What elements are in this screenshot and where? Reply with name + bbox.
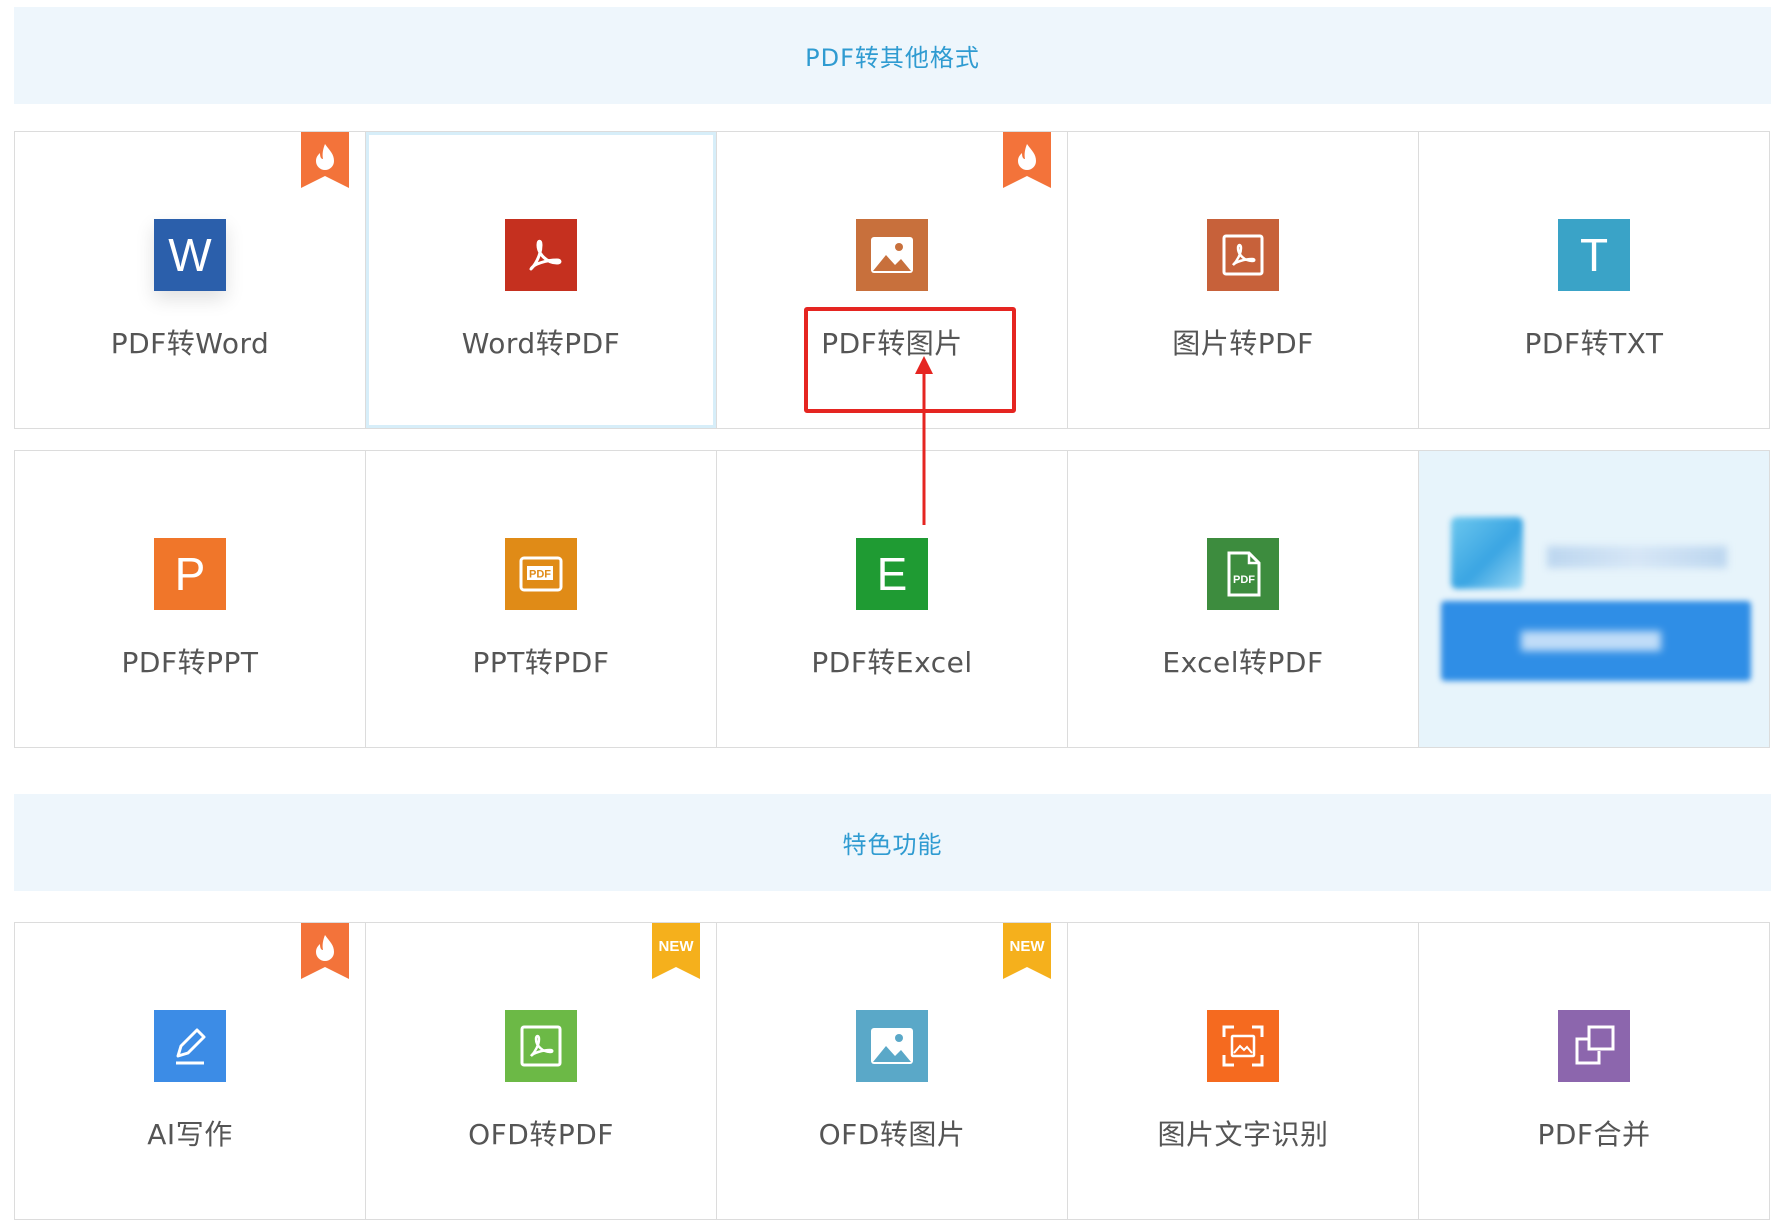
tool-label: 图片转PDF [1172,327,1314,360]
tool-image-to-pdf[interactable]: 图片转PDF [1068,132,1419,429]
svg-text:NEW: NEW [1010,938,1046,955]
tool-ai-writing[interactable]: AI写作 [15,923,366,1220]
merge-icon [1558,1010,1630,1082]
hot-badge-icon [301,923,349,979]
image-icon [856,1010,928,1082]
scan-icon [1207,1010,1279,1082]
new-badge-icon: NEW [1003,923,1051,979]
tool-grid-row-2: P PDF转PPT PDF PPT转PDF E PDF转Excel PDF Ex… [14,450,1770,748]
acrobat-icon [505,219,577,291]
pencil-icon [154,1010,226,1082]
tool-label: PDF转PPT [121,646,259,679]
section-title: 特色功能 [842,831,943,859]
tool-pdf-to-ppt[interactable]: P PDF转PPT [15,451,366,748]
tool-label: 图片文字识别 [1157,1118,1329,1151]
tool-excel-to-pdf[interactable]: PDF Excel转PDF [1068,451,1419,748]
tool-ofd-to-image[interactable]: NEW OFD转图片 [717,923,1068,1220]
acrobat-frame-icon [1207,219,1279,291]
tool-pdf-merge[interactable]: PDF合并 [1419,923,1770,1220]
tool-ofd-to-pdf[interactable]: NEW OFD转PDF [366,923,717,1220]
tool-label: PDF合并 [1537,1118,1651,1151]
pdf-file-icon: PDF [505,538,577,610]
tool-label: PPT转PDF [472,646,610,679]
tool-pdf-to-word[interactable]: W PDF转Word [15,132,366,429]
section-title: PDF转其他格式 [805,44,980,72]
tool-pdf-to-excel[interactable]: E PDF转Excel [717,451,1068,748]
word-icon: W [154,219,226,291]
acrobat-frame-icon [505,1010,577,1082]
pdf-document-icon: PDF [1207,538,1279,610]
tool-label: PDF转Excel [811,646,973,679]
tool-word-to-pdf[interactable]: Word转PDF [366,132,717,429]
tool-label: OFD转PDF [468,1118,614,1151]
hot-badge-icon [1003,132,1051,188]
tool-label: PDF转Word [110,327,270,360]
tool-label: PDF转TXT [1524,327,1664,360]
text-icon: T [1558,219,1630,291]
tool-label: AI写作 [147,1118,233,1151]
section-header-pdf-convert: PDF转其他格式 [14,7,1771,104]
promo-text-blurred [1547,546,1727,568]
new-badge-icon: NEW [652,923,700,979]
image-icon [856,219,928,291]
tool-label: OFD转图片 [818,1118,966,1151]
promo-logo [1451,517,1523,589]
tool-label: PDF转图片 [821,327,963,360]
tool-label: Excel转PDF [1162,646,1324,679]
tool-grid-row-3: AI写作 NEW OFD转PDF NEW OFD转图片 图片文字识别 PDF合并 [14,922,1770,1220]
section-header-features: 特色功能 [14,794,1771,891]
svg-text:NEW: NEW [659,938,695,955]
tool-pdf-to-txt[interactable]: T PDF转TXT [1419,132,1770,429]
tool-label: Word转PDF [461,327,621,360]
excel-icon: E [856,538,928,610]
tool-pdf-to-image[interactable]: PDF转图片 [717,132,1068,429]
powerpoint-icon: P [154,538,226,610]
hot-badge-icon [301,132,349,188]
tool-grid-row-1: W PDF转Word Word转PDF PDF转图片 图片转PDF T PDF转… [14,131,1770,429]
svg-text:PDF: PDF [529,569,551,581]
promo-download-button[interactable] [1441,601,1751,681]
svg-text:PDF: PDF [1233,574,1255,586]
tool-ppt-to-pdf[interactable]: PDF PPT转PDF [366,451,717,748]
tool-image-ocr[interactable]: 图片文字识别 [1068,923,1419,1220]
promo-ad-tile[interactable] [1419,451,1770,748]
